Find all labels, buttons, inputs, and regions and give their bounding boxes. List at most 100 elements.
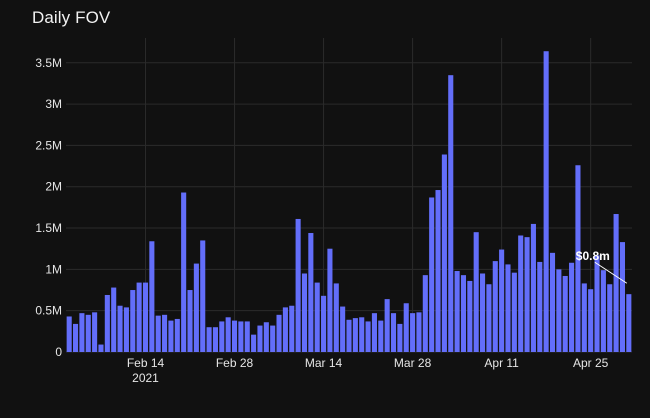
chart-container: Daily FOV 0 0.5M 1M 1.5M 2M 2.5M 3M 3.5M Feb 14 2… bbox=[0, 0, 650, 418]
x-tick-label: Apr 11 bbox=[484, 356, 519, 370]
bar bbox=[403, 303, 409, 352]
bar bbox=[79, 313, 85, 352]
bar bbox=[289, 305, 295, 352]
bar bbox=[321, 295, 327, 352]
bar bbox=[225, 317, 231, 352]
bar bbox=[238, 321, 244, 352]
bar bbox=[359, 317, 365, 352]
bar bbox=[314, 282, 320, 352]
bars bbox=[66, 51, 632, 353]
bar bbox=[168, 320, 174, 352]
bar bbox=[200, 240, 206, 352]
bar bbox=[174, 318, 180, 352]
bar bbox=[85, 314, 91, 352]
bar bbox=[524, 237, 530, 352]
bar bbox=[263, 322, 269, 352]
bar bbox=[549, 252, 556, 352]
y-tick-label: 1M bbox=[45, 262, 62, 276]
bar bbox=[162, 314, 168, 352]
bar bbox=[123, 307, 129, 352]
bar bbox=[422, 275, 428, 352]
bar bbox=[441, 154, 447, 352]
bar bbox=[384, 299, 390, 352]
bar bbox=[518, 235, 524, 352]
bar bbox=[193, 263, 199, 352]
bar bbox=[346, 319, 352, 352]
bar bbox=[117, 305, 123, 352]
bar bbox=[66, 316, 72, 352]
bar bbox=[486, 284, 492, 352]
bar bbox=[562, 275, 568, 352]
bar bbox=[435, 190, 441, 352]
bar bbox=[626, 294, 632, 352]
bar bbox=[130, 290, 136, 352]
x-tick-label: Feb 28 bbox=[216, 356, 254, 370]
bar bbox=[448, 75, 454, 353]
bar bbox=[251, 334, 257, 352]
bar bbox=[613, 214, 619, 352]
bar bbox=[473, 232, 479, 352]
bar bbox=[378, 320, 384, 352]
y-tick-label: 3.5M bbox=[35, 56, 62, 70]
bar bbox=[270, 325, 276, 352]
bar bbox=[607, 284, 613, 352]
bar bbox=[619, 242, 626, 352]
bar bbox=[149, 241, 155, 352]
bar bbox=[187, 290, 193, 352]
x-tick-label: Apr 25 bbox=[573, 356, 609, 370]
bar bbox=[454, 271, 460, 352]
y-tick-label: 0 bbox=[55, 345, 62, 359]
bar bbox=[600, 270, 606, 352]
bar bbox=[276, 314, 282, 352]
bar bbox=[492, 261, 498, 352]
bar bbox=[257, 325, 263, 352]
bar bbox=[588, 289, 594, 352]
x-tick-sublabel: 2021 bbox=[132, 371, 159, 385]
bar bbox=[581, 283, 587, 352]
bar bbox=[467, 280, 473, 352]
bar bbox=[301, 273, 308, 352]
bar bbox=[352, 318, 358, 352]
bar bbox=[181, 192, 187, 352]
bar bbox=[556, 269, 562, 352]
bar bbox=[98, 344, 104, 352]
x-tick-label: Mar 14 bbox=[305, 356, 343, 370]
bar bbox=[537, 261, 543, 352]
bar bbox=[295, 218, 301, 352]
bar bbox=[460, 275, 467, 352]
bar bbox=[543, 51, 549, 352]
bar bbox=[136, 282, 142, 352]
bar bbox=[333, 283, 339, 352]
bar bbox=[340, 306, 346, 352]
bar bbox=[282, 307, 288, 352]
bar bbox=[569, 262, 575, 352]
bar bbox=[231, 320, 238, 352]
bar bbox=[365, 321, 371, 352]
y-tick-label: 1.5M bbox=[35, 221, 62, 235]
bar bbox=[480, 273, 486, 352]
bar bbox=[594, 255, 600, 352]
bar bbox=[308, 233, 314, 352]
x-tick-label: Feb 14 bbox=[127, 356, 165, 370]
bar bbox=[530, 223, 536, 352]
bar bbox=[371, 313, 377, 352]
bar bbox=[73, 323, 79, 352]
bar bbox=[327, 248, 333, 352]
annotation-label: $0.8m bbox=[576, 249, 610, 263]
bar bbox=[92, 312, 98, 352]
bar bbox=[511, 272, 517, 352]
bar bbox=[429, 197, 435, 352]
bar bbox=[219, 321, 225, 352]
bar bbox=[142, 282, 149, 352]
y-tick-label: 2.5M bbox=[35, 138, 62, 152]
bar bbox=[416, 312, 422, 352]
y-tick-label: 3M bbox=[45, 97, 62, 111]
bar bbox=[111, 287, 117, 352]
y-tick-label: 0.5M bbox=[35, 304, 62, 318]
bar bbox=[410, 313, 416, 352]
bar bbox=[397, 323, 403, 352]
bar bbox=[212, 327, 218, 352]
bar bbox=[155, 315, 161, 352]
bar-chart: 0 0.5M 1M 1.5M 2M 2.5M 3M 3.5M Feb 142021 Feb 28 M… bbox=[35, 38, 632, 385]
bar bbox=[206, 327, 212, 352]
